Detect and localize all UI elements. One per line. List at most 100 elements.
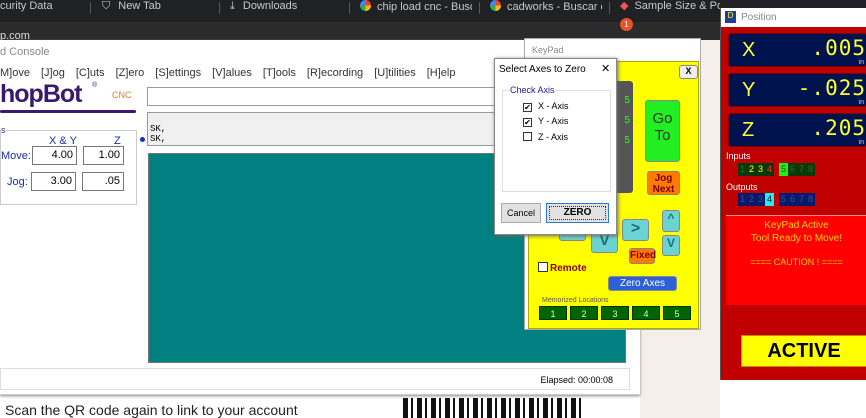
notification-badge: 1 bbox=[620, 18, 633, 31]
memorized-location-3[interactable]: 3 bbox=[601, 306, 629, 320]
move-xy-field[interactable]: 4.00 bbox=[32, 146, 77, 165]
input-led-7: 7 bbox=[797, 163, 806, 176]
tab-sample-size[interactable]: ◆ Sample Size & Powe bbox=[620, 0, 720, 22]
menu-move[interactable]: M]ove bbox=[0, 67, 30, 79]
checkbox-box bbox=[538, 262, 548, 272]
tab-cadworks[interactable]: cadworks - Buscar co bbox=[490, 0, 602, 22]
x-value: .005 bbox=[811, 36, 866, 60]
message-line: KeyPad Active bbox=[764, 220, 829, 231]
shopbot-logo: hopBot ® CNC bbox=[0, 80, 138, 116]
check-axis-group: Check Axis ✔ X - Axis ✔ Y - Axis Z - Axis bbox=[502, 85, 611, 192]
memorized-label: Memorized Locations bbox=[542, 297, 609, 304]
menu-help[interactable]: [H]elp bbox=[427, 67, 456, 79]
goto-button[interactable]: Go To bbox=[645, 100, 680, 162]
output-led-7: 7 bbox=[797, 193, 806, 206]
menu-cuts[interactable]: [C]uts bbox=[76, 67, 105, 79]
google-icon bbox=[360, 0, 371, 11]
zero-axes-button[interactable]: Zero Axes bbox=[608, 276, 677, 291]
jog-right-button[interactable]: > bbox=[622, 219, 649, 241]
tab-label: Downloads bbox=[242, 0, 298, 12]
menu-bar: M]ove [J]og [C]uts [Z]ero [S]ettings [V]alues… bbox=[0, 67, 467, 79]
app-icon: D bbox=[725, 11, 736, 23]
remote-checkbox[interactable]: Remote bbox=[538, 262, 587, 274]
input-led-8: 8 bbox=[806, 163, 815, 176]
tab-label: Sample Size & Powe bbox=[634, 0, 720, 12]
inputs-label: Inputs bbox=[726, 151, 751, 161]
close-icon[interactable]: ✕ bbox=[601, 62, 610, 75]
remote-label: Remote bbox=[550, 263, 587, 274]
download-icon: ⤓ bbox=[230, 0, 235, 12]
y-value: -.025 bbox=[797, 76, 866, 100]
memorized-location-1[interactable]: 1 bbox=[539, 306, 567, 320]
menu-tools[interactable]: [T]ools bbox=[263, 67, 296, 79]
menu-values[interactable]: [V]alues bbox=[212, 67, 252, 79]
fixed-button[interactable]: Fixed bbox=[629, 248, 656, 264]
menu-jog[interactable]: [J]og bbox=[41, 67, 65, 79]
qr-instruction-text: Scan the QR code again to link to your a… bbox=[5, 402, 298, 418]
checkbox-label: Z - Axis bbox=[538, 132, 569, 142]
output-led-3: 3 bbox=[756, 193, 765, 206]
jog-up-button[interactable]: ^ bbox=[662, 210, 680, 232]
input-led-2: 2 bbox=[747, 163, 756, 176]
move-z-field[interactable]: 1.00 bbox=[83, 146, 124, 165]
menu-zero[interactable]: [Z]ero bbox=[116, 67, 145, 79]
logo-text: hopBot bbox=[0, 80, 82, 108]
move-label: Move: bbox=[1, 150, 31, 162]
status-message-box: KeyPad Active Tool Ready to Move! ==== CAU… bbox=[726, 215, 866, 305]
tab-downloads[interactable]: ⤓ Downloads bbox=[230, 0, 297, 22]
zero-button[interactable]: ZERO bbox=[546, 203, 609, 223]
group-label: Check Axis bbox=[509, 85, 556, 95]
logo-reg: ® bbox=[92, 82, 98, 89]
z-axis-checkbox[interactable]: Z - Axis bbox=[523, 132, 568, 142]
checkbox-label: X - Axis bbox=[538, 101, 569, 111]
output-led-6: 6 bbox=[788, 193, 797, 206]
tab-new-tab[interactable]: ⛉ New Tab bbox=[102, 0, 161, 22]
inputs-leds: 12345678 bbox=[738, 163, 815, 176]
select-axes-dialog: Select Axes to Zero ✕ Check Axis ✔ X - Ax… bbox=[494, 58, 617, 235]
tab-label: New Tab bbox=[118, 0, 161, 12]
message-line: Tool Ready to Move! bbox=[750, 233, 843, 244]
speed-values-panel: s X & Y Z Move: Jog: 4.00 1.00 3.00 .05 bbox=[0, 125, 137, 205]
memorized-location-2[interactable]: 2 bbox=[570, 306, 598, 320]
jog-next-button[interactable]: Jog Next bbox=[647, 171, 680, 195]
keypad-close-button[interactable]: X bbox=[679, 65, 698, 79]
tab-label: chip load cnc - Buscar bbox=[377, 1, 472, 13]
input-led-1: 1 bbox=[738, 163, 747, 176]
cancel-button[interactable]: Cancel bbox=[501, 203, 541, 223]
x-readout: X .005 in bbox=[728, 33, 866, 67]
checkbox-label: Y - Axis bbox=[538, 116, 569, 126]
logo-cnc: CNC bbox=[112, 90, 132, 100]
menu-utilities[interactable]: [U]tilities bbox=[374, 67, 416, 79]
input-led-3: 3 bbox=[756, 163, 765, 176]
jog-z-field[interactable]: .05 bbox=[82, 172, 124, 191]
position-title-bar: D Position bbox=[721, 8, 866, 27]
jog-z-down-button[interactable]: V bbox=[662, 235, 680, 256]
x-axis-checkbox[interactable]: ✔ X - Axis bbox=[523, 101, 569, 112]
memorized-location-5[interactable]: 5 bbox=[663, 306, 691, 320]
y-axis-checkbox[interactable]: ✔ Y - Axis bbox=[523, 116, 568, 127]
memorized-location-4[interactable]: 4 bbox=[632, 306, 660, 320]
elapsed-time: Elapsed: 00:00:08 bbox=[540, 375, 613, 385]
jog-xy-field[interactable]: 3.00 bbox=[31, 172, 76, 191]
output-led-8: 8 bbox=[806, 193, 815, 206]
active-indicator: ACTIVE bbox=[741, 335, 866, 367]
group-label: s bbox=[1, 125, 6, 135]
tab-security-data[interactable]: curity Data bbox=[0, 0, 53, 22]
outputs-leds: 12345678 bbox=[738, 193, 815, 206]
window-title: d Console bbox=[0, 46, 50, 58]
z-value: .205 bbox=[811, 116, 866, 140]
tab-label: curity Data bbox=[0, 0, 53, 12]
output-led-1: 1 bbox=[738, 193, 747, 206]
tab-chip-load[interactable]: chip load cnc - Buscar bbox=[360, 0, 472, 22]
outputs-label: Outputs bbox=[726, 182, 758, 192]
z-readout: Z .205 in bbox=[728, 113, 866, 147]
qr-code-image bbox=[403, 398, 581, 418]
menu-settings[interactable]: [S]ettings bbox=[155, 67, 201, 79]
menu-recording[interactable]: [R]ecording bbox=[307, 67, 363, 79]
output-led-4: 4 bbox=[765, 193, 774, 206]
y-readout: Y -.025 in bbox=[728, 73, 866, 107]
keypad-title: KeyPad bbox=[532, 45, 564, 55]
position-window: D Position X .005 in Y -.025 in Z .205 in Inpu… bbox=[720, 8, 866, 380]
window-title: Position bbox=[741, 12, 777, 23]
brave-shield-icon: ⛉ bbox=[102, 0, 111, 12]
